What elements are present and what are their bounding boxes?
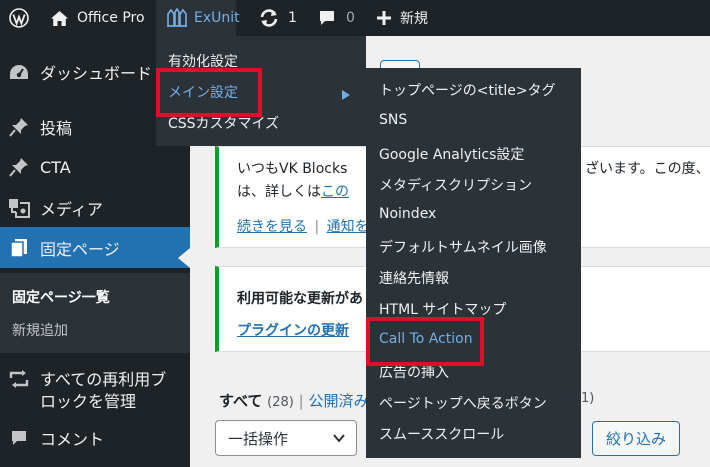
- submenu-item-page-top-button[interactable]: ページトップへ戻るボタン: [379, 393, 547, 413]
- notice-details-link[interactable]: この: [321, 184, 349, 200]
- exunit-icon: [166, 8, 188, 28]
- refresh-icon: [258, 8, 280, 28]
- pin-icon: [8, 116, 30, 138]
- plus-icon: [376, 10, 392, 26]
- updates-notice-title: 利用可能な更新があ: [237, 291, 363, 307]
- submenu-item-html-sitemap[interactable]: HTML サイトマップ: [379, 299, 506, 319]
- submenu-item-google-analytics[interactable]: Google Analytics設定: [379, 144, 524, 164]
- comments-menu[interactable]: 0: [318, 0, 355, 36]
- sidebar-item-media[interactable]: メディア: [0, 193, 190, 223]
- sidebar-item-comments[interactable]: コメント: [0, 423, 190, 453]
- submenu-item-contact-info[interactable]: 連絡先情報: [379, 268, 449, 288]
- chevron-down-icon: [332, 431, 346, 449]
- plugin-updates-link[interactable]: プラグインの更新: [237, 320, 349, 340]
- plugin-updates-link-text: プラグインの更新: [237, 323, 349, 339]
- notice-text-line1-tail: ざいます。この度、: [585, 161, 710, 177]
- updates-count: 1: [288, 10, 297, 26]
- submenu-item-meta-description[interactable]: メタディスクリプション: [379, 175, 532, 195]
- read-more-link[interactable]: 続きを見る: [237, 219, 307, 235]
- sidebar-item-pages[interactable]: 固定ページ: [0, 227, 190, 268]
- submenu-item-default-thumbnail[interactable]: デフォルトサムネイル画像: [379, 237, 547, 257]
- updates-menu[interactable]: 1: [258, 0, 297, 36]
- link-separator: |: [314, 219, 320, 235]
- notice-line2-prefix: は、詳しくは: [237, 184, 321, 200]
- sidebar-item-label: すべての再利用ブ: [40, 370, 167, 389]
- sidebar-subitem-all-pages[interactable]: 固定ページ一覧: [12, 287, 110, 307]
- sidebar-item-reusable-blocks[interactable]: すべての再利用ブ ロックを管理: [0, 364, 190, 412]
- sidebar-item-label: メディア: [40, 200, 103, 219]
- site-name: Office Pro: [77, 10, 145, 26]
- notice-text-line2: は、詳しくはこの: [237, 181, 349, 201]
- pages-submenu: [0, 273, 190, 353]
- bulk-actions-select[interactable]: 一括操作: [215, 420, 357, 456]
- highlight-frame-call-to-action: [366, 317, 484, 366]
- exunit-label: ExUnit: [194, 10, 240, 26]
- sidebar-item-label: ダッシュボード: [40, 64, 153, 83]
- comments-icon: [8, 427, 30, 449]
- sidebar-item-cta[interactable]: CTA: [0, 152, 190, 182]
- dashboard-icon: [8, 61, 30, 83]
- notification-link[interactable]: 通知を: [327, 219, 369, 235]
- exunit-menu-button[interactable]: ExUnit: [156, 0, 240, 36]
- filter-published-link[interactable]: 公開済み: [308, 392, 368, 410]
- home-icon: [50, 10, 69, 27]
- sidebar-item-label: 固定ページ: [40, 239, 120, 259]
- site-name-menu[interactable]: Office Pro: [50, 0, 145, 36]
- filter-button[interactable]: 絞り込み: [592, 421, 680, 456]
- sidebar-item-label: CTA: [40, 157, 71, 177]
- highlight-frame-main-settings: [156, 68, 262, 117]
- submenu-item-sns[interactable]: SNS: [379, 112, 407, 128]
- pages-icon: [8, 237, 30, 259]
- sidebar-subitem-add-new[interactable]: 新規追加: [12, 320, 68, 340]
- reusable-blocks-icon: [8, 368, 30, 390]
- current-menu-arrow: [178, 248, 190, 268]
- filter-status-row: すべて (28) | 公開済み: [219, 390, 368, 411]
- filter-trailing-count: 1): [581, 391, 595, 406]
- new-content-menu[interactable]: 新規: [376, 0, 428, 36]
- wordpress-logo-icon[interactable]: [9, 0, 29, 36]
- submenu-arrow-icon: [342, 85, 350, 104]
- submenu-item-top-title-tag[interactable]: トップページの<title>タグ: [379, 80, 556, 100]
- sidebar-item-label: 投稿: [40, 119, 73, 138]
- sidebar-item-label: コメント: [40, 430, 105, 449]
- media-icon: [8, 197, 30, 219]
- filter-all-link[interactable]: すべて: [219, 392, 262, 410]
- bulk-actions-value: 一括操作: [228, 429, 289, 448]
- submenu-item-noindex[interactable]: Noindex: [379, 206, 436, 222]
- notice-text-line1: いつもVK Blocks: [237, 161, 348, 177]
- sidebar-item-label-line2: ロックを管理: [40, 392, 137, 411]
- pin-icon: [8, 156, 30, 178]
- new-label: 新規: [400, 11, 428, 27]
- comment-bubble-icon: [318, 9, 336, 27]
- submenu-item-smooth-scroll[interactable]: スムーススクロール: [379, 424, 504, 444]
- filter-separator: |: [298, 392, 304, 410]
- admin-bar: Office Pro ExUnit 1 0 新規: [0, 0, 710, 36]
- comments-count: 0: [346, 10, 355, 26]
- filter-all-count: (28): [267, 395, 294, 410]
- notice-links-row: 続きを見る | 通知を: [237, 216, 369, 236]
